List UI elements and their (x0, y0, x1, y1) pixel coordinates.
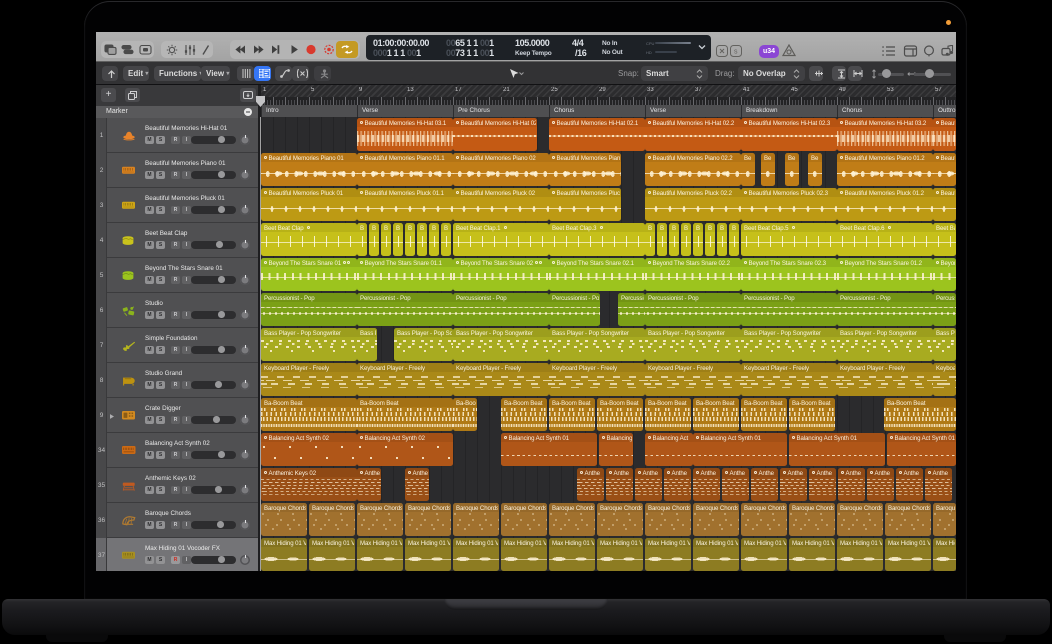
svg-text:s: s (734, 49, 738, 56)
